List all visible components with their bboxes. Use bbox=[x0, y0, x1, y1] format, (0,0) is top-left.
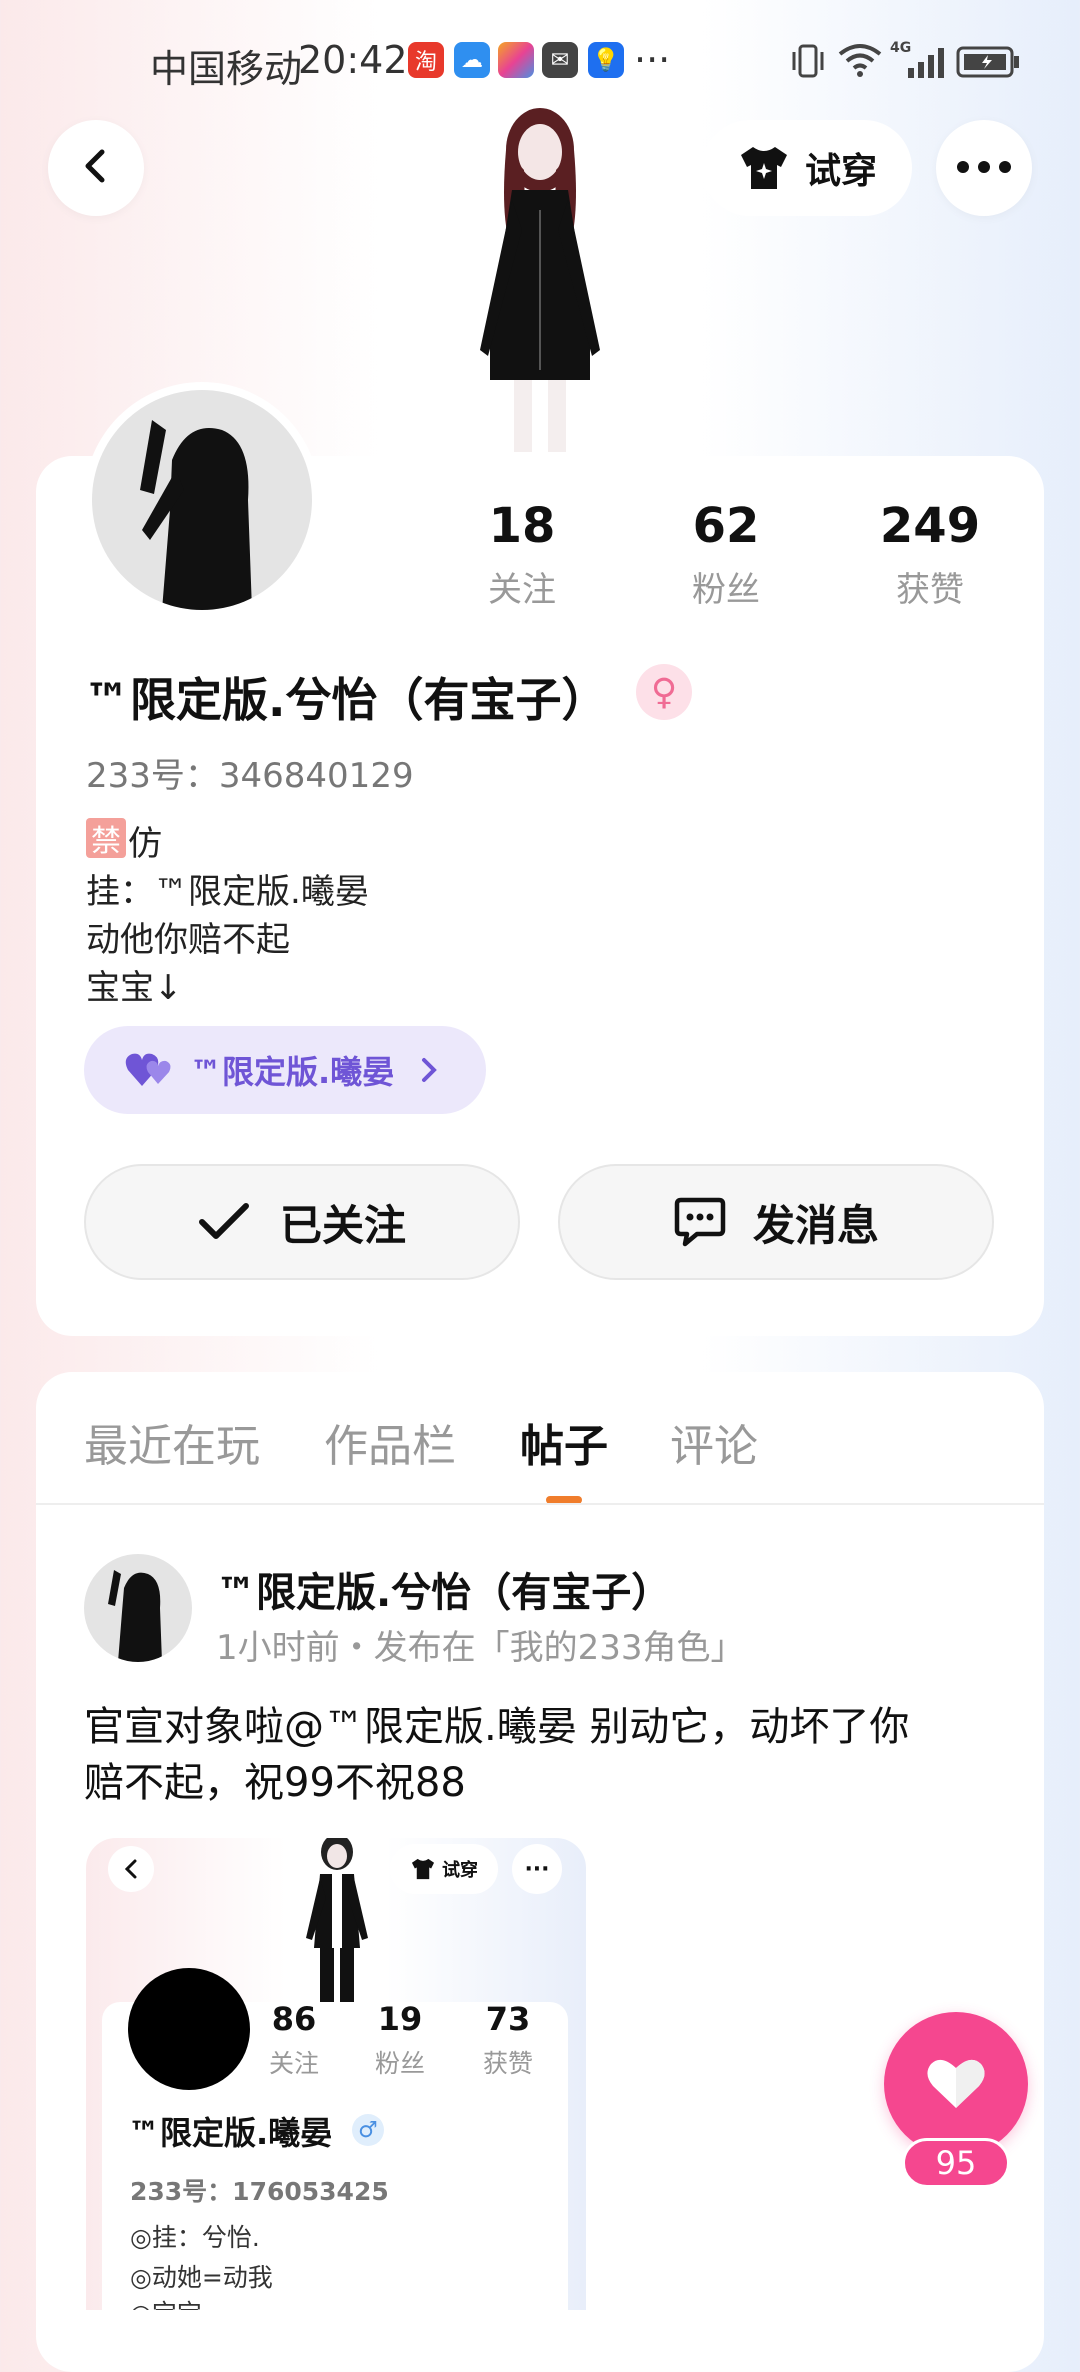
embed-tryon-badge: 试穿 bbox=[390, 1844, 498, 1894]
vibrate-icon bbox=[790, 44, 826, 82]
tab-posts[interactable]: 帖子 bbox=[520, 1410, 608, 1474]
profile-name: ™限定版.兮怡（有宝子） bbox=[84, 673, 608, 727]
back-button[interactable] bbox=[48, 120, 144, 216]
embed-avatar bbox=[128, 1968, 250, 2090]
more-notifications-icon: ··· bbox=[634, 38, 671, 82]
more-dots-icon bbox=[956, 159, 1012, 178]
signal-icon bbox=[906, 46, 946, 82]
mail-app-icon: ✉ bbox=[542, 42, 578, 78]
post-author-avatar[interactable] bbox=[84, 1554, 192, 1662]
tryon-label: 试穿 bbox=[804, 151, 877, 192]
checkmark-icon bbox=[198, 1202, 250, 1242]
followers-count[interactable]: 62 bbox=[646, 498, 806, 554]
double-heart-icon bbox=[124, 1050, 176, 1090]
profile-avatar-frame bbox=[84, 382, 320, 618]
wifi-icon bbox=[838, 42, 882, 82]
send-message-label: 发消息 bbox=[752, 1200, 879, 1250]
tab-comments[interactable]: 评论 bbox=[670, 1410, 758, 1474]
embed-likes-label: 获赞 bbox=[482, 2049, 533, 2078]
user-id[interactable]: 233号：346840129 bbox=[86, 748, 414, 797]
tab-works[interactable]: 作品栏 bbox=[324, 1410, 456, 1474]
embed-followers-label: 粉丝 bbox=[374, 2049, 425, 2078]
embed-male-gender-icon: ♂ bbox=[352, 2114, 384, 2146]
send-message-button[interactable]: 发消息 bbox=[558, 1164, 994, 1280]
post-meta: 1小时前・发布在「我的233角色」 bbox=[216, 1628, 745, 1668]
embed-likes-count: 73 bbox=[485, 2000, 531, 2038]
weather-app-icon: ☁ bbox=[454, 42, 490, 78]
avatar-character[interactable] bbox=[440, 100, 640, 460]
battery-icon bbox=[956, 46, 1020, 82]
more-options-button[interactable] bbox=[936, 120, 1032, 216]
embed-character bbox=[292, 1838, 382, 2006]
embed-bio-line: ◎动她=动我 bbox=[130, 2263, 273, 2292]
following-button[interactable]: 已关注 bbox=[84, 1164, 520, 1280]
female-gender-icon: ♀ bbox=[636, 664, 692, 720]
post-text-line-1: 官宣对象啦@™限定版.曦晏 别动它，动坏了你 bbox=[84, 1704, 910, 1750]
bio-line: 宝宝↓ bbox=[86, 968, 183, 1008]
following-count[interactable]: 18 bbox=[442, 498, 602, 554]
embed-name: ™限定版.曦晏 bbox=[128, 2114, 333, 2152]
following-button-label: 已关注 bbox=[279, 1200, 406, 1250]
carrier-label: 中国移动 bbox=[150, 47, 303, 91]
bulb-app-icon: 💡 bbox=[588, 42, 624, 78]
store-app-icon bbox=[498, 42, 534, 78]
embed-tryon-label: 试穿 bbox=[442, 1860, 478, 1881]
post-author-name[interactable]: ™限定版.兮怡（有宝子） bbox=[216, 1560, 671, 1618]
like-count: 95 bbox=[902, 2138, 1010, 2188]
embed-following-label: 关注 bbox=[268, 2049, 319, 2078]
partner-name: ™限定版.曦晏 bbox=[190, 1053, 395, 1091]
embed-bio-line: ◎挂：兮怡. bbox=[130, 2223, 260, 2252]
clock: 20:42 bbox=[298, 38, 408, 82]
likes-count[interactable]: 249 bbox=[850, 498, 1010, 554]
chat-bubble-icon bbox=[673, 1196, 727, 1248]
following-label: 关注 bbox=[488, 570, 556, 610]
partner-chip[interactable]: ™限定版.曦晏 bbox=[84, 1026, 486, 1114]
ban-badge: 禁 bbox=[86, 818, 126, 859]
embed-back-icon bbox=[108, 1846, 154, 1892]
embed-more-icon: ··· bbox=[512, 1844, 562, 1894]
tryon-button[interactable]: 试穿 bbox=[702, 120, 912, 216]
embed-following-count: 86 bbox=[271, 2000, 317, 2038]
tab-recently-played[interactable]: 最近在玩 bbox=[84, 1410, 260, 1474]
embed-tshirt-icon bbox=[410, 1857, 436, 1881]
bio-line: 仿 bbox=[128, 824, 162, 864]
bio-line: 挂：™限定版.曦晏 bbox=[86, 872, 369, 912]
avatar[interactable] bbox=[92, 390, 312, 610]
taobao-app-icon: 淘 bbox=[408, 42, 444, 78]
chevron-left-icon bbox=[76, 146, 116, 190]
followers-label: 粉丝 bbox=[692, 570, 760, 610]
like-button[interactable] bbox=[884, 2012, 1028, 2156]
heart-icon bbox=[925, 2056, 987, 2112]
embed-user-id: 233号：176053425 bbox=[130, 2177, 389, 2206]
tshirt-icon bbox=[737, 143, 791, 193]
post-image[interactable]: 试穿 ··· 86 关注 19 粉丝 73 获赞 ™限定版.曦晏 ♂ 233号：… bbox=[86, 1838, 586, 2310]
embed-bio-line: ◎宝宝 bbox=[130, 2294, 202, 2310]
likes-label: 获赞 bbox=[896, 570, 964, 610]
embed-followers-count: 19 bbox=[377, 2000, 423, 2038]
tabs-divider bbox=[36, 1503, 1044, 1505]
chevron-right-icon bbox=[420, 1056, 440, 1084]
bio-line: 动他你赔不起 bbox=[86, 920, 290, 960]
post-text-line-2: 赔不起，祝99不祝88 bbox=[84, 1760, 466, 1806]
